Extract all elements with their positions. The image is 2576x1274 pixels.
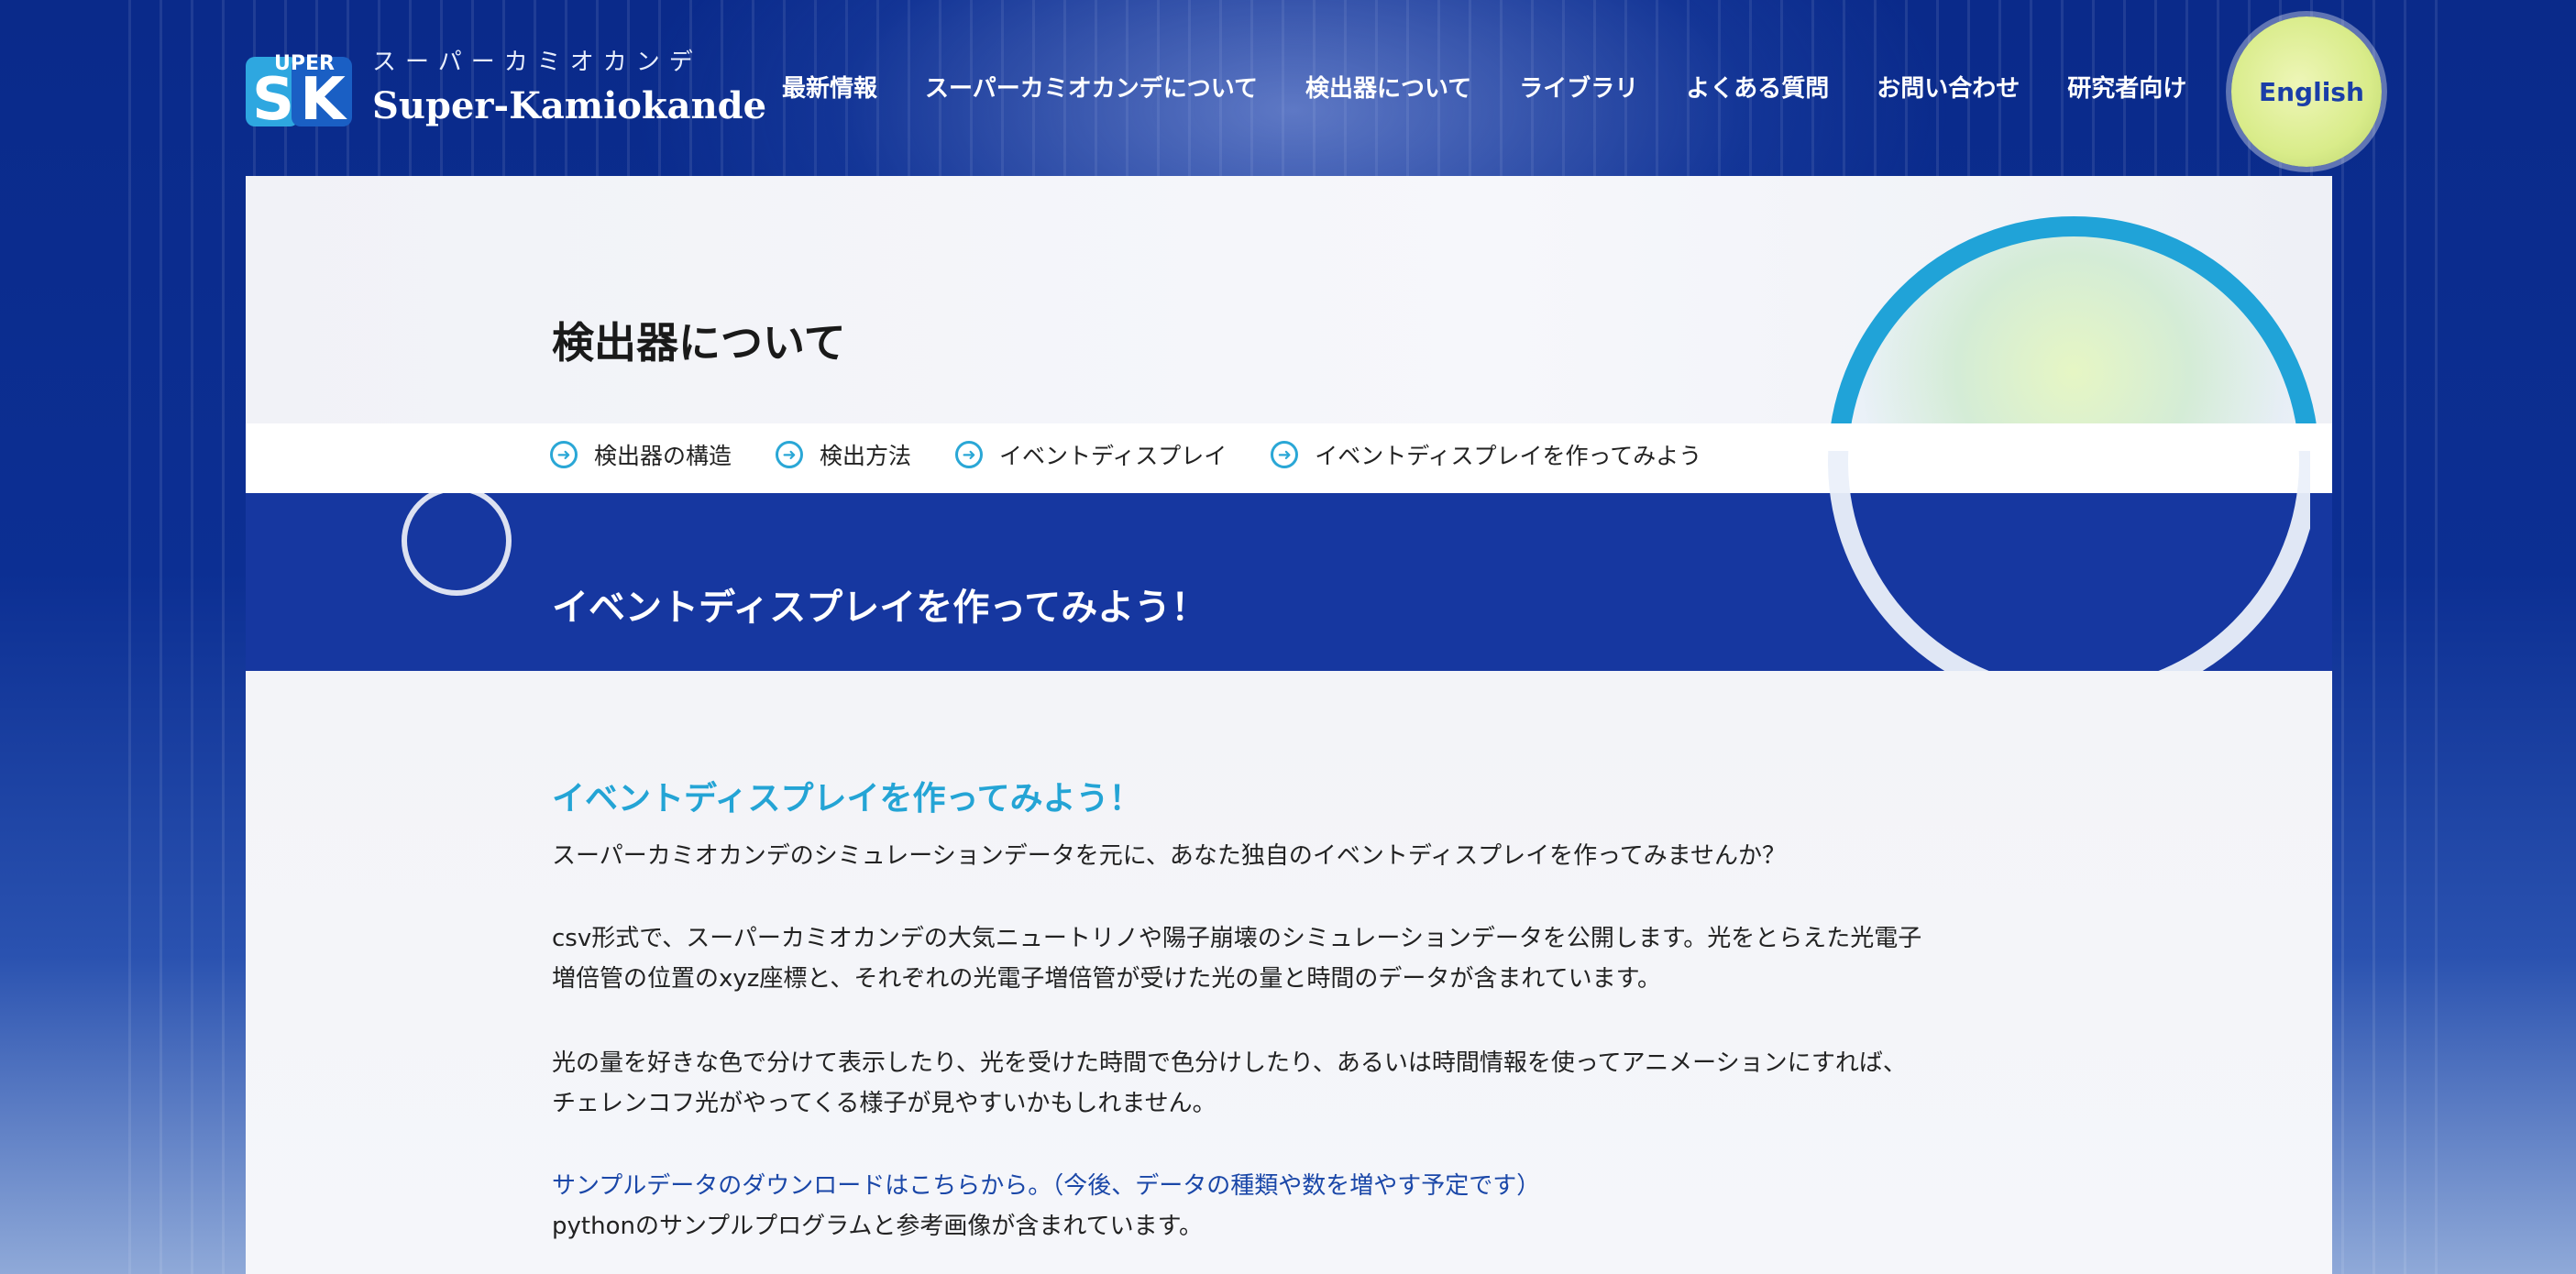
- sk-logo-icon: UPER S K: [244, 40, 356, 134]
- paragraph-line: 増倍管の位置のxyz座標と、それぞれの光電子増倍管が受けた光の量と時間のデータが…: [552, 965, 1662, 993]
- paragraph-line: チェレンコフ光がやってくる様子が見やすいかもしれません。: [552, 1090, 1216, 1117]
- site-header: UPER S K スーパーカミオカンデ Super-Kamiokande 最新情…: [244, 0, 2382, 176]
- page-title: 検出器について: [552, 318, 846, 368]
- arrow-circle-icon: ➜: [1271, 441, 1299, 468]
- nav-item-detector[interactable]: 検出器について: [1305, 70, 1471, 104]
- section-title: イベントディスプレイを作ってみよう！: [552, 587, 1208, 629]
- nav-item-library[interactable]: ライブラリ: [1519, 70, 1638, 104]
- subnav-item-make-event-display[interactable]: ➜ イベントディスプレイを作ってみよう: [1271, 438, 1701, 471]
- subnav-label: イベントディスプレイ: [999, 443, 1227, 469]
- paragraph-line: pythonのサンプルプログラムと参考画像が含まれています。: [552, 1213, 1204, 1240]
- paragraph-line: csv形式で、スーパーカミオカンデの大気ニュートリノや陽子崩壊のシミュレーション…: [552, 925, 1922, 952]
- svg-text:K: K: [300, 66, 347, 130]
- decorative-small-ring: [402, 486, 512, 596]
- subnav-item-event-display[interactable]: ➜ イベントディスプレイ: [955, 438, 1227, 471]
- intro-paragraph: スーパーカミオカンデのシミュレーションデータを元に、あなた独自のイベントディスプ…: [552, 842, 1787, 870]
- data-description-paragraph: csv形式で、スーパーカミオカンデの大気ニュートリノや陽子崩壊のシミュレーション…: [552, 918, 2055, 999]
- paragraph-line: 光の量を好きな色で分けて表示したり、光を受けた時間で色分けしたり、あるいは時間情…: [552, 1049, 1907, 1077]
- site-logo[interactable]: UPER S K スーパーカミオカンデ Super-Kamiokande: [244, 40, 767, 134]
- arrow-circle-icon: ➜: [550, 441, 578, 468]
- content-heading: イベントディスプレイを作ってみよう！: [552, 780, 1142, 818]
- nav-item-about-sk[interactable]: スーパーカミオカンデについて: [925, 70, 1258, 104]
- subnav-label: 検出方法: [820, 443, 912, 469]
- subnav-label: イベントディスプレイを作ってみよう: [1315, 443, 1702, 469]
- main-nav: 最新情報 スーパーカミオカンデについて 検出器について ライブラリ よくある質問…: [782, 70, 2234, 104]
- svg-text:S: S: [252, 66, 294, 130]
- nav-item-news[interactable]: 最新情報: [782, 70, 877, 104]
- sample-data-download-link[interactable]: サンプルデータのダウンロードはこちらから。（今後、データの種類や数を増やす予定で…: [552, 1166, 2055, 1206]
- logo-english-text: Super-Kamiokande: [372, 84, 767, 127]
- download-paragraph: サンプルデータのダウンロードはこちらから。（今後、データの種類や数を増やす予定で…: [552, 1166, 2055, 1247]
- nav-item-contact[interactable]: お問い合わせ: [1877, 70, 2020, 104]
- subnav-item-structure[interactable]: ➜ 検出器の構造: [550, 438, 732, 471]
- display-tips-paragraph: 光の量を好きな色で分けて表示したり、光を受けた時間で色分けしたり、あるいは時間情…: [552, 1043, 2055, 1124]
- subnav-label: 検出器の構造: [594, 443, 732, 469]
- content-area: イベントディスプレイを作ってみよう！ スーパーカミオカンデのシミュレーションデー…: [246, 671, 2332, 1274]
- logo-japanese-text: スーパーカミオカンデ: [372, 49, 702, 76]
- subnav-item-detection-method[interactable]: ➜ 検出方法: [776, 438, 911, 471]
- arrow-circle-icon: ➜: [955, 441, 984, 468]
- nav-item-faq[interactable]: よくある質問: [1686, 70, 1829, 104]
- english-language-button[interactable]: English: [2231, 16, 2382, 167]
- main-panel: 検出器について ➜ 検出器の構造 ➜ 検出方法 ➜ イベントディスプレイ ➜ イ…: [246, 176, 2332, 1274]
- nav-item-researchers[interactable]: 研究者向け: [2067, 70, 2186, 104]
- arrow-circle-icon: ➜: [776, 441, 804, 468]
